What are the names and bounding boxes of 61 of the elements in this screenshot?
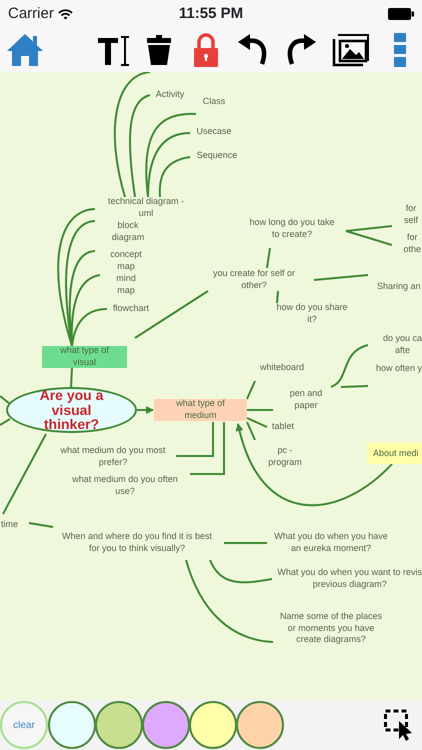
node-label: what medium do you often use?: [72, 474, 178, 498]
node-label: how long do you take to create?: [249, 217, 335, 240]
battery-icon: [388, 8, 414, 20]
color-swatch[interactable]: [236, 701, 284, 749]
connector-line: [246, 380, 256, 400]
node-label: you create for self or other?: [212, 268, 296, 292]
node-label: Name some of the places or moments you have create diagrams?: [280, 611, 382, 646]
pictures-icon[interactable]: [332, 33, 370, 67]
more-menu-icon[interactable]: [394, 33, 406, 67]
node-label: whiteboard: [260, 362, 304, 374]
home-icon[interactable]: [6, 32, 44, 68]
color-swatch[interactable]: [48, 701, 96, 749]
note-node: About medi: [367, 443, 422, 464]
connector-line: [28, 522, 54, 528]
node-label: Class: [202, 96, 226, 108]
clear-button[interactable]: clear: [0, 701, 48, 749]
node-label: what medium do you most prefer?: [60, 445, 166, 468]
connector-line: [247, 409, 273, 411]
node-label: pc - program: [268, 445, 302, 468]
connector-line: [266, 248, 271, 268]
redo-icon[interactable]: [286, 34, 316, 66]
lock-icon[interactable]: [194, 33, 218, 67]
node-label: how often y: [376, 363, 422, 375]
color-swatch[interactable]: [142, 701, 190, 749]
node-label: for self: [404, 203, 418, 226]
node-label: for othe: [403, 232, 421, 256]
node-label: how do you share it?: [276, 302, 348, 326]
trash-icon[interactable]: [146, 34, 172, 66]
node-label: mind map: [116, 273, 136, 296]
arrow: [137, 406, 154, 414]
color-swatch[interactable]: [95, 701, 143, 749]
node-label: What you do when you have an eureka moment?: [274, 531, 388, 554]
connector-line: [314, 274, 368, 281]
node-label: tablet: [272, 421, 294, 433]
topic-node: what type of visual: [42, 346, 127, 368]
connector-line: [276, 290, 279, 304]
selection-tool-icon[interactable]: [384, 709, 414, 741]
connector-line: [0, 395, 11, 405]
status-time: 11:55 PM: [178, 4, 244, 24]
node-label: Sequence: [196, 150, 238, 162]
color-swatch[interactable]: [189, 701, 237, 749]
topic-node: what type of medium: [154, 399, 247, 421]
node-label: What you do when you want to revis previous diagram?: [277, 567, 422, 590]
wifi-icon: [58, 8, 73, 20]
central-topic: Are you a visual thinker?: [6, 387, 137, 433]
node-label: flowchart: [113, 303, 149, 315]
node-label: Activity: [156, 89, 184, 101]
connector-line: [0, 418, 11, 426]
connector-line: [345, 225, 392, 246]
node-label: pen and paper: [290, 388, 322, 412]
node-label: time: [1, 519, 18, 531]
undo-icon[interactable]: [238, 34, 268, 66]
connector-line: [70, 368, 73, 388]
node-label: When and where do you find it is best for you to think visually?: [62, 531, 212, 554]
node-label: Usecase: [196, 126, 232, 138]
text-tool-icon[interactable]: [97, 33, 131, 67]
node-label: block diagram: [112, 220, 144, 244]
carrier-name: Carrier: [8, 4, 54, 24]
connector-line: [224, 542, 267, 544]
node-label: Sharing an: [377, 281, 421, 293]
node-label: do you ca afte: [382, 333, 422, 356]
